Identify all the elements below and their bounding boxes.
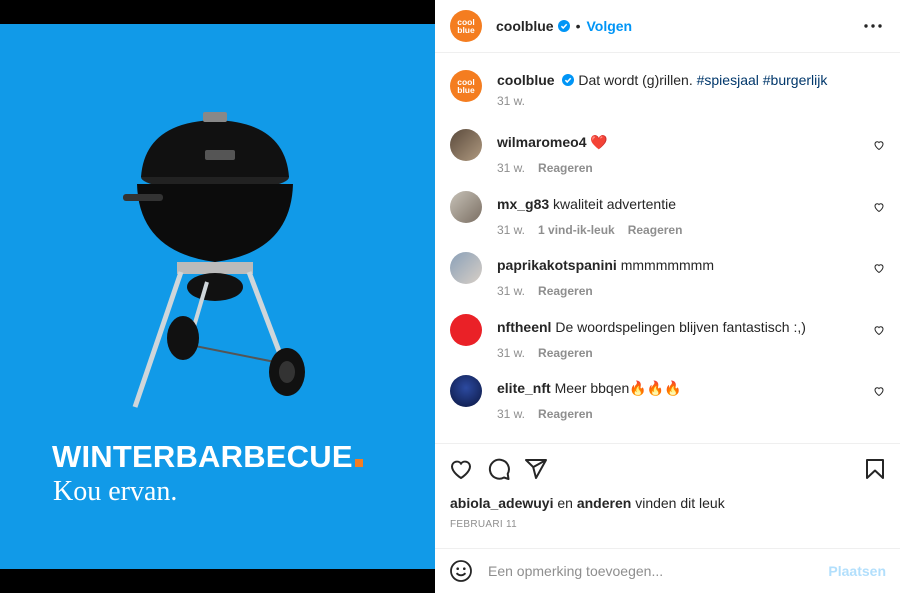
caption: cool blue coolblue Dat wordt (g)rillen. #…	[450, 70, 895, 110]
separator: •	[575, 18, 581, 34]
comment-meta: 31 w. 1 vind-ik-leuk Reageren	[497, 223, 695, 237]
heart-icon[interactable]	[873, 139, 885, 151]
orange-dot	[354, 459, 363, 467]
avatar[interactable]: cool blue	[450, 10, 482, 42]
ad-headline: WINTERBARBECUE	[52, 439, 363, 475]
bookmark-icon[interactable]	[863, 457, 887, 481]
comment-row: wilmaromeo4 ❤️ 31 w. Reageren	[450, 129, 895, 175]
comment-username[interactable]: paprikakotspanini	[497, 257, 617, 273]
avatar[interactable]	[450, 191, 482, 223]
post-header: cool blue coolblue • Volgen	[435, 0, 900, 53]
avatar[interactable]	[450, 129, 482, 161]
post-date: FEBRUARI 11	[450, 519, 518, 530]
comment-username[interactable]: mx_g83	[497, 196, 549, 212]
action-bar	[435, 443, 900, 494]
likes-suffix: vinden dit leuk	[635, 495, 725, 511]
timestamp: 31 w.	[497, 407, 526, 421]
comment-meta: 31 w. Reageren	[497, 161, 606, 175]
comment-username[interactable]: nftheenl	[497, 319, 551, 335]
caption-text: coolblue Dat wordt (g)rillen. #spiesjaal…	[497, 72, 827, 88]
timestamp: 31 w.	[497, 346, 526, 360]
caption-meta: 31 w.	[497, 94, 538, 108]
comment-body: kwaliteit advertentie	[553, 196, 676, 212]
comment-meta: 31 w. Reageren	[497, 346, 606, 360]
barbecue-image	[123, 112, 305, 408]
comment-list[interactable]: cool blue coolblue Dat wordt (g)rillen. #…	[435, 54, 900, 442]
post-sidebar: cool blue coolblue • Volgen cool blue cool…	[435, 0, 900, 593]
likes-summary: abiola_adewuyi en anderen vinden dit leu…	[450, 495, 725, 511]
comment-row: elite_nft Meer bbqen🔥🔥🔥 31 w. Reageren	[450, 375, 895, 421]
add-comment-bar: Een opmerking toevoegen... Plaatsen	[435, 548, 900, 593]
comment-meta: 31 w. Reageren	[497, 407, 606, 421]
comment-text: mx_g83 kwaliteit advertentie	[497, 196, 676, 212]
avatar[interactable]	[450, 314, 482, 346]
comment-meta: 31 w. Reageren	[497, 284, 606, 298]
comment-row: mx_g83 kwaliteit advertentie 31 w. 1 vind…	[450, 191, 895, 237]
header-username[interactable]: coolblue	[496, 18, 554, 34]
comment-text: wilmaromeo4 ❤️	[497, 134, 608, 151]
caption-body: Dat wordt (g)rillen.	[578, 72, 693, 88]
verified-icon	[557, 20, 570, 32]
ad-image: WINTERBARBECUE Kou ervan.	[0, 24, 435, 569]
reply-button[interactable]: Reageren	[538, 346, 593, 360]
verified-icon	[562, 74, 575, 86]
heart-icon[interactable]	[873, 324, 885, 336]
liked-by-user[interactable]: abiola_adewuyi	[450, 495, 553, 511]
avatar[interactable]	[450, 252, 482, 284]
reply-button[interactable]: Reageren	[538, 161, 593, 175]
reply-button[interactable]: Reageren	[538, 284, 593, 298]
timestamp: 31 w.	[497, 223, 526, 237]
comment-row: nftheenl De woordspelingen blijven fanta…	[450, 314, 895, 360]
post-media[interactable]: WINTERBARBECUE Kou ervan.	[0, 0, 435, 593]
ad-subline: Kou ervan.	[53, 476, 178, 507]
likes-conjunction: en	[557, 495, 573, 511]
post-button[interactable]: Plaatsen	[828, 563, 886, 579]
hashtag-link[interactable]: #spiesjaal	[697, 72, 759, 88]
caption-username[interactable]: coolblue	[497, 72, 555, 88]
emoji-icon[interactable]	[449, 559, 473, 583]
follow-button[interactable]: Volgen	[586, 18, 632, 34]
comment-body: Meer bbqen🔥🔥🔥	[554, 380, 682, 396]
comment-text: nftheenl De woordspelingen blijven fanta…	[497, 319, 806, 335]
comment-row: paprikakotspanini mmmmmmmm 31 w. Reageren	[450, 252, 895, 298]
comment-input[interactable]: Een opmerking toevoegen...	[488, 563, 663, 579]
share-icon[interactable]	[524, 457, 548, 481]
comment-body: mmmmmmmm	[620, 257, 714, 273]
comment-username[interactable]: elite_nft	[497, 380, 551, 396]
like-icon[interactable]	[449, 457, 473, 481]
more-options-icon[interactable]	[861, 14, 885, 38]
hashtag-link[interactable]: #burgerlijk	[763, 72, 828, 88]
likes-count[interactable]: 1 vind-ik-leuk	[538, 223, 615, 237]
heart-icon[interactable]	[873, 201, 885, 213]
heart-icon[interactable]	[873, 262, 885, 274]
avatar[interactable]	[450, 375, 482, 407]
comment-text: elite_nft Meer bbqen🔥🔥🔥	[497, 380, 682, 397]
timestamp: 31 w.	[497, 161, 526, 175]
heart-icon[interactable]	[873, 385, 885, 397]
avatar[interactable]: cool blue	[450, 70, 482, 102]
comment-username[interactable]: wilmaromeo4	[497, 134, 586, 150]
reply-button[interactable]: Reageren	[628, 223, 683, 237]
timestamp: 31 w.	[497, 284, 526, 298]
comment-text: paprikakotspanini mmmmmmmm	[497, 257, 714, 273]
comment-icon[interactable]	[487, 457, 511, 481]
reply-button[interactable]: Reageren	[538, 407, 593, 421]
comment-body: ❤️	[590, 134, 608, 150]
liked-by-others[interactable]: anderen	[577, 495, 631, 511]
comment-body: De woordspelingen blijven fantastisch :,…	[555, 319, 806, 335]
timestamp: 31 w.	[497, 94, 526, 108]
